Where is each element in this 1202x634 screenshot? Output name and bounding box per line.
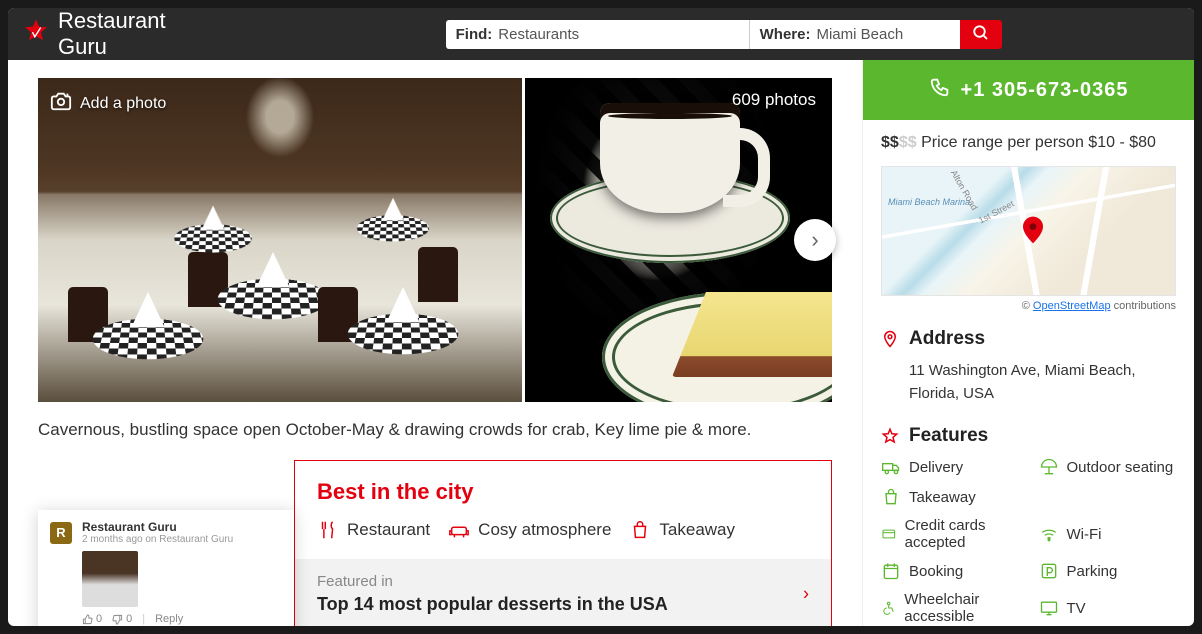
- best-in-city-title: Best in the city: [317, 479, 809, 505]
- reviews-popup: R Restaurant Guru 2 months ago on Restau…: [38, 510, 294, 626]
- avatar: R: [50, 522, 72, 544]
- find-label: Find:: [456, 26, 493, 43]
- truck-icon: [881, 457, 901, 477]
- chevron-right-icon: ›: [803, 584, 809, 605]
- feature-wifi: Wi-Fi: [1039, 517, 1177, 551]
- photo-gallery: Add a photo 609 photos ›: [38, 78, 832, 402]
- card-icon: [881, 524, 897, 544]
- search-icon: [972, 24, 990, 45]
- sidebar: +1 305-673-0365 $$$$ Price range per per…: [862, 60, 1194, 626]
- content: Add a photo 609 photos › Cavernous, bust…: [8, 60, 1194, 626]
- tag-takeaway: Takeaway: [629, 519, 735, 541]
- dislike-button[interactable]: 0: [112, 613, 132, 625]
- tag-restaurant: Restaurant: [317, 519, 430, 541]
- search-find-segment[interactable]: Find:: [446, 20, 750, 49]
- feature-takeaway: Takeaway: [881, 487, 1176, 507]
- wifi-icon: [1039, 524, 1059, 544]
- feature-credit: Credit cards accepted: [881, 517, 1019, 551]
- add-photo-label: Add a photo: [80, 95, 166, 113]
- photo-count: 609 photos: [732, 90, 816, 110]
- feature-parking: Parking: [1039, 561, 1177, 581]
- search-bar: Find: Where:: [446, 20, 1002, 49]
- like-button[interactable]: 0: [82, 613, 102, 625]
- phone-number: +1 305-673-0365: [961, 79, 1129, 102]
- gallery-image-2[interactable]: 609 photos: [525, 78, 832, 402]
- pin-icon: [881, 330, 899, 348]
- umbrella-icon: [1039, 457, 1059, 477]
- sofa-icon: [448, 519, 470, 541]
- restaurant-description: Cavernous, bustling space open October-M…: [38, 420, 832, 440]
- chevron-right-icon: ›: [811, 227, 818, 253]
- tv-icon: [1039, 598, 1059, 618]
- bag-icon: [881, 487, 901, 507]
- utensils-icon: [317, 519, 339, 541]
- feature-outdoor: Outdoor seating: [1039, 457, 1177, 477]
- feature-booking: Booking: [881, 561, 1019, 581]
- review-meta: 2 months ago on Restaurant Guru: [82, 534, 233, 545]
- where-input[interactable]: [816, 26, 949, 43]
- star-icon: [881, 427, 899, 445]
- logo-star-icon: [22, 17, 50, 51]
- page-root: Restaurant Guru Find: Where:: [8, 8, 1194, 626]
- feature-tv: TV: [1039, 591, 1177, 625]
- address-text: 11 Washington Ave, Miami Beach, Florida,…: [909, 360, 1176, 405]
- reply-button[interactable]: Reply: [155, 613, 183, 625]
- map-pin-icon: [1023, 216, 1043, 244]
- map[interactable]: Miami Beach Marina 1st Street Alton Road: [881, 166, 1176, 296]
- featured-label: Featured in: [317, 573, 809, 590]
- parking-icon: [1039, 561, 1059, 581]
- wheelchair-icon: [881, 598, 896, 618]
- calendar-icon: [881, 561, 901, 581]
- brand-name: Restaurant Guru: [58, 8, 166, 60]
- add-photo-button[interactable]: Add a photo: [50, 90, 166, 117]
- search-where-segment[interactable]: Where:: [750, 20, 960, 49]
- thumbs-up-icon: [82, 614, 93, 625]
- camera-icon: [50, 90, 72, 117]
- review-card: R Restaurant Guru 2 months ago on Restau…: [38, 510, 294, 626]
- feature-wheelchair: Wheelchair accessible: [881, 591, 1019, 625]
- feature-delivery: Delivery: [881, 457, 1019, 477]
- phone-icon: [929, 76, 951, 104]
- osm-link[interactable]: OpenStreetMap: [1033, 300, 1111, 312]
- find-input[interactable]: [498, 26, 738, 43]
- review-thumbnail[interactable]: [82, 551, 138, 607]
- features-grid: Delivery Outdoor seating Takeaway Credit…: [881, 457, 1176, 625]
- gallery-next-button[interactable]: ›: [794, 219, 836, 261]
- features-section: Features Delivery Outdoor seating Takeaw…: [881, 425, 1176, 625]
- where-label: Where:: [760, 26, 811, 43]
- search-button[interactable]: [960, 20, 1002, 49]
- main-column: Add a photo 609 photos › Cavernous, bust…: [8, 60, 862, 626]
- bag-icon: [629, 519, 651, 541]
- call-button[interactable]: +1 305-673-0365: [863, 60, 1194, 120]
- map-attribution: © OpenStreetMap contributions: [881, 300, 1176, 312]
- featured-title: Top 14 most popular desserts in the USA: [317, 594, 809, 615]
- topbar: Restaurant Guru Find: Where:: [8, 8, 1194, 60]
- thumbs-down-icon: [112, 614, 123, 625]
- logo[interactable]: Restaurant Guru: [22, 8, 166, 60]
- best-tags: Restaurant Cosy atmosphere Takeaway: [317, 519, 809, 541]
- tag-cosy: Cosy atmosphere: [448, 519, 611, 541]
- featured-in[interactable]: Featured in Top 14 most popular desserts…: [295, 559, 831, 626]
- review-actions: 0 0 | Reply: [82, 613, 282, 625]
- address-section: Address 11 Washington Ave, Miami Beach, …: [881, 328, 1176, 405]
- best-in-city-box: Best in the city Restaurant Cosy atmosph…: [294, 460, 832, 626]
- reviewer-name: Restaurant Guru: [82, 520, 233, 534]
- gallery-image-1[interactable]: Add a photo: [38, 78, 522, 402]
- price-range: $$$$ Price range per person $10 - $80: [881, 134, 1176, 152]
